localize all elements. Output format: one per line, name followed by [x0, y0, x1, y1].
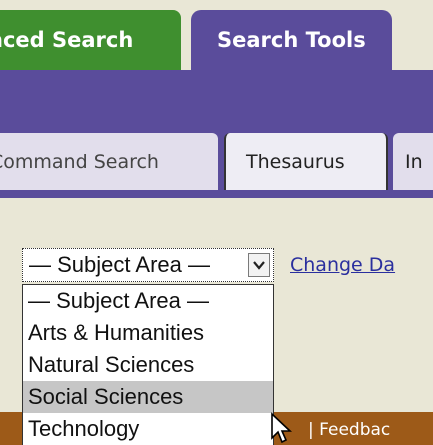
subtab-thesaurus[interactable]: Thesaurus: [224, 133, 388, 190]
subject-area-dropdown-list: — Subject Area — Arts & Humanities Natur…: [22, 284, 274, 445]
option-subject-area[interactable]: — Subject Area —: [23, 285, 273, 317]
option-natural-sciences[interactable]: Natural Sciences: [23, 349, 273, 381]
change-database-link[interactable]: Change Da: [290, 254, 395, 276]
option-arts-humanities[interactable]: Arts & Humanities: [23, 317, 273, 349]
tab-advanced-search[interactable]: nced Search: [0, 10, 181, 70]
subtab-index-label: In: [405, 150, 423, 173]
tab-search-tools[interactable]: Search Tools: [191, 10, 392, 70]
tab-advanced-search-label: nced Search: [0, 28, 134, 52]
subtab-index[interactable]: In: [393, 133, 433, 190]
header-band: [0, 70, 433, 123]
tab-search-tools-label: Search Tools: [217, 28, 366, 52]
option-social-sciences[interactable]: Social Sciences: [23, 381, 273, 413]
sub-tab-bar: Command Search Thesaurus In: [0, 123, 433, 198]
feedback-link[interactable]: | Feedbac: [308, 420, 390, 440]
subtab-command-search-label: Command Search: [0, 150, 159, 173]
option-technology[interactable]: Technology: [23, 413, 273, 445]
subject-area-select[interactable]: — Subject Area —: [22, 248, 274, 282]
top-tab-bar: nced Search Search Tools: [0, 0, 433, 70]
subtab-command-search[interactable]: Command Search: [0, 133, 218, 190]
subject-area-selected-value: — Subject Area —: [29, 252, 210, 277]
subtab-thesaurus-label: Thesaurus: [246, 150, 345, 173]
mouse-pointer-icon: [271, 412, 293, 444]
chevron-down-icon[interactable]: [248, 253, 270, 277]
